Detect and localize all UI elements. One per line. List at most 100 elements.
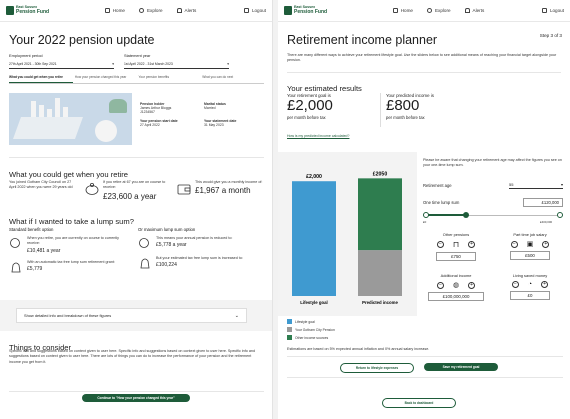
- pension-update-page: East Sussex Pension Fund Home Explore Al…: [0, 0, 273, 419]
- age-notice: Please be aware that changing your retir…: [423, 158, 562, 168]
- nav-alerts[interactable]: Alerts: [464, 8, 484, 13]
- bar-value-label: £2050: [373, 171, 388, 177]
- expand-details-button[interactable]: Show detailed info and breakdown of thes…: [16, 308, 247, 323]
- increase-button[interactable]: +: [468, 241, 476, 248]
- increase-button[interactable]: +: [468, 281, 476, 289]
- compass-icon: [426, 8, 432, 13]
- part-time-card: Part time job salary − ▣ + £500: [496, 232, 564, 260]
- chevron-down-icon: ▾: [227, 62, 229, 66]
- chevron-down-icon: ▾: [560, 182, 563, 187]
- savings-card: Living saved money − ◔ + £0: [496, 273, 564, 300]
- slider-max-label: £400,000: [540, 220, 553, 224]
- member-details: Pension holder James Arthur Bloggs J1234…: [140, 102, 237, 127]
- logo-line2: Pension Fund: [16, 8, 50, 15]
- money-bag-icon: [9, 260, 23, 274]
- piggy-bank-icon: ◔: [527, 281, 533, 288]
- tab-next[interactable]: What you can do next: [200, 74, 264, 83]
- chart-legend: Lifestyle goal Your Gotham City Pension …: [287, 319, 335, 340]
- tab-bar: What you could get when you retire How y…: [9, 74, 264, 84]
- increase-button[interactable]: +: [541, 281, 549, 288]
- legend-item-other: Other income sources: [287, 335, 335, 340]
- statement-year-select[interactable]: 1st April 2022 - 31st March 2023 ▾: [124, 60, 229, 69]
- bar-value-label: £2,000: [306, 174, 322, 180]
- planner-title: Retirement income planner: [287, 33, 438, 47]
- income-value: £800: [386, 97, 420, 114]
- logo[interactable]: East Sussex Pension Fund: [6, 6, 49, 15]
- logout-button[interactable]: Logout: [243, 8, 266, 13]
- max-yearly-value: £5,778 a year: [156, 242, 187, 249]
- statement-year: Statement year 1st April 2022 - 31st Mar…: [124, 53, 229, 69]
- increase-button[interactable]: +: [542, 240, 550, 248]
- expand-section: Show detailed info and breakdown of thes…: [0, 300, 272, 331]
- income-card: Your predicted income is £800 per month …: [386, 93, 486, 120]
- return-lifestyle-button[interactable]: Return to lifestyle expenses: [340, 363, 414, 373]
- nav-alerts[interactable]: Alerts: [176, 8, 196, 13]
- bar-your-gotham-city-pension: [358, 250, 402, 296]
- slider-handle-max[interactable]: [557, 212, 563, 218]
- decrease-button[interactable]: −: [510, 240, 518, 248]
- slider-handle-min[interactable]: [423, 212, 429, 218]
- employment-period-select[interactable]: 27th April 2021 - 30th Sep 2021 ▾: [9, 60, 114, 69]
- additional-income-input[interactable]: £100,000,000: [428, 292, 484, 301]
- retire-card-yearly: If you retire at 67 you are on course to…: [103, 180, 173, 201]
- lump-sum-input[interactable]: £120,000: [523, 198, 563, 207]
- decrease-button[interactable]: −: [436, 281, 444, 289]
- logout-icon: [243, 8, 249, 13]
- slider-fill: [426, 214, 466, 216]
- savings-input[interactable]: £0: [510, 291, 550, 300]
- standard-lump-value: £5,779: [27, 266, 43, 273]
- decrease-button[interactable]: −: [511, 281, 519, 288]
- tab-changed[interactable]: How your pension changed this year: [73, 74, 137, 83]
- briefcase-icon: ▣: [526, 241, 534, 248]
- logout-button[interactable]: Logout: [541, 8, 564, 13]
- estimate-note: Estimations are based on 5% expected ann…: [287, 347, 430, 351]
- logo[interactable]: East Sussex Pension Fund: [284, 6, 327, 15]
- standard-yearly-value: £10,481 a year: [27, 247, 61, 254]
- nav-home[interactable]: Home: [392, 8, 413, 13]
- save-goal-button[interactable]: Save my retirement goal: [424, 363, 498, 371]
- category-label: Lifestyle goal: [300, 300, 327, 305]
- calc-info-link[interactable]: How is my predicted income calculated?: [287, 134, 349, 138]
- legend-item-pension: Your Gotham City Pension: [287, 327, 335, 332]
- slider-handle[interactable]: [463, 212, 469, 218]
- lump-sum-slider[interactable]: [423, 212, 563, 218]
- income-chart-svg: £2,000 Lifestyle goal £2050 Predicted incom…: [292, 171, 402, 305]
- piggy-bank-icon: [84, 181, 100, 197]
- tab-benefits[interactable]: Your pension benefits: [137, 74, 201, 83]
- tab-retire[interactable]: What you could get when you retire: [9, 74, 73, 83]
- logout-icon: [541, 8, 547, 13]
- money-bag-icon: [138, 256, 152, 270]
- wallet-icon: [176, 181, 192, 197]
- planner-intro: There are many different ways to achieve…: [287, 53, 557, 63]
- briefcase-icon: ⊓: [452, 240, 460, 249]
- standard-option: Standard benefit option When you retire,…: [9, 227, 120, 274]
- retirement-planner-page: East Sussex Pension Fund Home Explore Al…: [278, 0, 570, 419]
- home-icon: [104, 8, 110, 13]
- bar-other-income-sources: [358, 178, 402, 251]
- continue-button[interactable]: Continue to "How your pension changed th…: [82, 394, 190, 402]
- other-pensions-card: Other pensions − ⊓ + £750: [423, 232, 489, 261]
- bell-icon: [176, 8, 182, 13]
- nav-explore[interactable]: Explore: [138, 8, 163, 13]
- part-time-input[interactable]: £500: [510, 251, 550, 260]
- max-lump-value: £100,224: [156, 262, 177, 269]
- legend-swatch: [287, 335, 292, 340]
- goal-card: Your retirement goal is £2,000 per month…: [287, 93, 377, 120]
- nav-explore[interactable]: Explore: [426, 8, 451, 13]
- home-icon: [392, 8, 398, 13]
- page-title: Your 2022 pension update: [9, 33, 155, 47]
- other-pensions-input[interactable]: £750: [436, 252, 476, 261]
- decrease-button[interactable]: −: [436, 241, 444, 248]
- retire-intro: You joined Gotham City Council on 27 Apr…: [9, 180, 73, 190]
- retire-yearly-value: £23,600 a year: [103, 191, 157, 201]
- back-dashboard-button[interactable]: Back to dashboard: [382, 398, 456, 408]
- legend-item-goal: Lifestyle goal: [287, 319, 335, 324]
- top-nav: East Sussex Pension Fund Home Explore Al…: [278, 0, 570, 22]
- nav-home[interactable]: Home: [104, 8, 125, 13]
- calculator-illustration: [9, 93, 132, 145]
- chevron-down-icon: ▾: [112, 62, 114, 66]
- retirement-age-select[interactable]: 55 ▾: [509, 182, 563, 189]
- chevron-down-icon: ⌄: [234, 312, 239, 319]
- legend-swatch: [287, 319, 292, 324]
- slider-min-label: £0: [423, 220, 427, 224]
